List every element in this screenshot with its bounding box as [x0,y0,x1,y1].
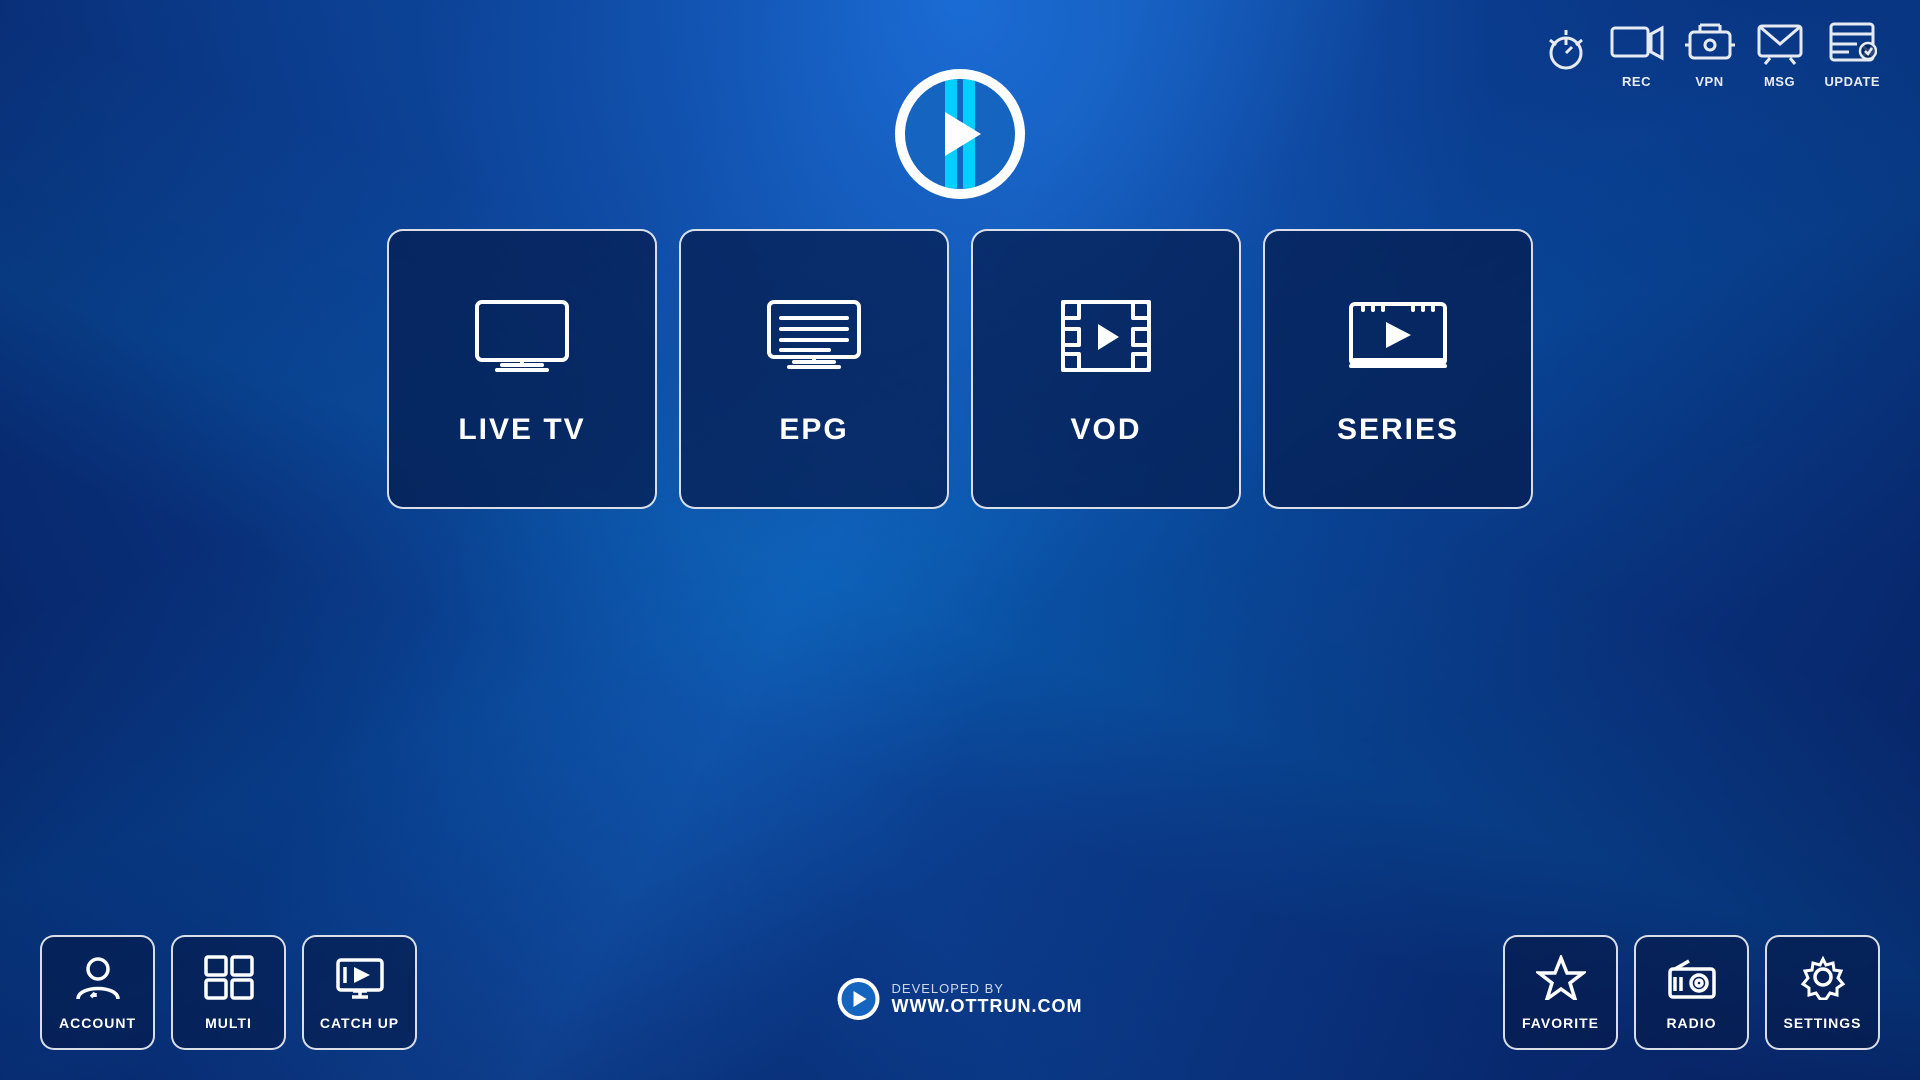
catchup-label: CATCH UP [320,1015,399,1031]
dev-url: WWW.OTTRUN.COM [892,996,1083,1017]
dev-prefix: DEVELOPED BY [892,981,1083,996]
dev-logo [838,978,880,1020]
settings-label: SETTINGS [1783,1015,1861,1031]
epg-button[interactable]: EPG [679,229,949,509]
update-button[interactable]: UPDATE [1825,20,1880,89]
account-button[interactable]: ACCOUNT [40,935,155,1050]
rec-label: REC [1622,74,1651,89]
series-label: SERIES [1337,413,1459,447]
epg-icon [759,292,869,395]
msg-label: MSG [1764,74,1795,89]
vod-icon [1051,292,1161,395]
vod-label: VOD [1070,413,1141,447]
developer-credit: DEVELOPED BY WWW.OTTRUN.COM [838,978,1083,1020]
bottom-bar: ACCOUNT MULTI [0,935,1920,1050]
settings-icon [1798,955,1848,1007]
catchup-button[interactable]: CATCH UP [302,935,417,1050]
update-label: UPDATE [1825,74,1880,89]
account-label: ACCOUNT [59,1015,136,1031]
vpn-button[interactable]: VPN [1685,20,1735,89]
dev-text: DEVELOPED BY WWW.OTTRUN.COM [892,981,1083,1017]
live-tv-button[interactable]: LIVE TV [387,229,657,509]
radio-button[interactable]: RADIO [1634,935,1749,1050]
live-tv-label: LIVE TV [458,413,585,447]
vod-button[interactable]: VOD [971,229,1241,509]
alarm-button[interactable] [1543,28,1589,82]
series-button[interactable]: SERIES [1263,229,1533,509]
msg-icon [1755,20,1805,72]
radio-icon [1667,955,1717,1007]
update-icon [1827,20,1877,72]
app-logo [895,69,1025,199]
bottom-right-group: FAVORITE RADIO [1503,935,1880,1050]
favorite-button[interactable]: FAVORITE [1503,935,1618,1050]
multi-label: MULTI [205,1015,252,1031]
main-menu: LIVE TV EPG [387,229,1533,509]
alarm-icon [1543,28,1589,80]
rec-button[interactable]: REC [1609,20,1665,89]
multi-button[interactable]: MULTI [171,935,286,1050]
vpn-icon [1685,20,1735,72]
epg-label: EPG [779,413,848,447]
account-icon [73,955,123,1007]
favorite-label: FAVORITE [1522,1015,1599,1031]
vpn-label: VPN [1695,74,1723,89]
series-icon [1343,292,1453,395]
settings-button[interactable]: SETTINGS [1765,935,1880,1050]
radio-label: RADIO [1666,1015,1716,1031]
msg-button[interactable]: MSG [1755,20,1805,89]
rec-icon [1609,20,1665,72]
catchup-icon [335,955,385,1007]
bottom-left-group: ACCOUNT MULTI [40,935,417,1050]
favorite-icon [1536,955,1586,1007]
tv-icon [467,292,577,395]
multi-icon [204,955,254,1007]
